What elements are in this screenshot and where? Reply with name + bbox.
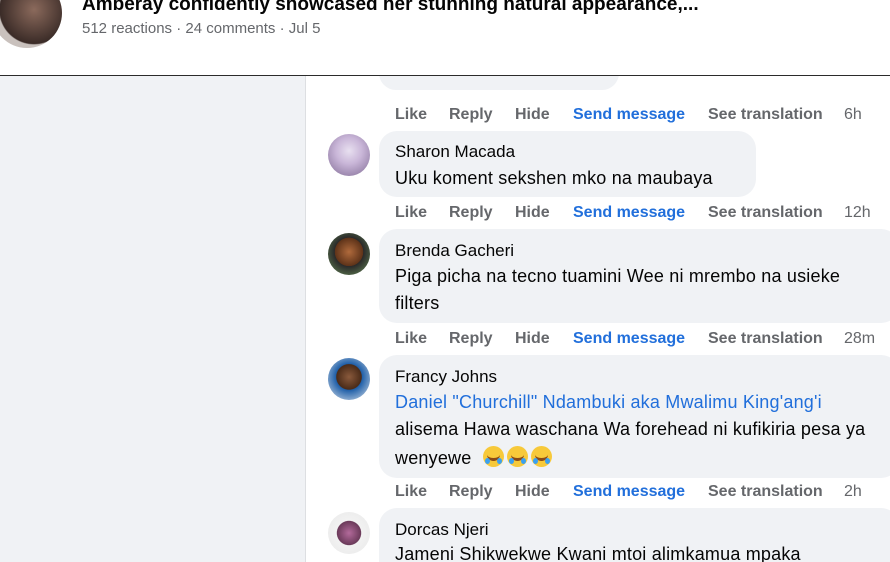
post-header: Amberay confidently showcased her stunni… <box>0 0 890 76</box>
comment-text-last: wenyewe <box>395 446 555 469</box>
like-button[interactable]: Like <box>395 204 427 222</box>
see-translation-button[interactable]: See translation <box>708 106 823 124</box>
commenter-avatar[interactable] <box>328 512 370 554</box>
hide-button[interactable]: Hide <box>515 483 550 501</box>
reply-button[interactable]: Reply <box>449 204 493 222</box>
comment-author[interactable]: Francy Johns <box>395 367 497 387</box>
comment-time[interactable]: 6h <box>844 106 862 124</box>
comment-text: Jameni Shikwekwe Kwani mtoi alimkamua mp… <box>395 544 801 562</box>
comment-text: alisema Hawa waschana Wa forehead ni kuf… <box>395 419 866 439</box>
post-author-avatar[interactable] <box>0 0 62 48</box>
post-meta: 512 reactions · 24 comments · Jul 5 <box>82 20 321 37</box>
comments-list: Like Reply Hide Send message See transla… <box>306 76 890 562</box>
post-title[interactable]: Amberay confidently showcased her stunni… <box>82 0 699 16</box>
comment-bubble <box>379 76 619 90</box>
comment-author[interactable]: Sharon Macada <box>395 142 515 162</box>
comment-text: Uku koment sekshen mko na maubaya <box>395 168 713 188</box>
like-button[interactable]: Like <box>395 106 427 124</box>
comment-text: filters <box>395 293 440 313</box>
commenter-avatar[interactable] <box>328 358 370 400</box>
send-message-button[interactable]: Send message <box>573 106 685 124</box>
send-message-button[interactable]: Send message <box>573 483 685 501</box>
see-translation-button[interactable]: See translation <box>708 483 823 501</box>
commenter-avatar[interactable] <box>328 134 370 176</box>
comment-author[interactable]: Dorcas Njeri <box>395 520 489 540</box>
hide-button[interactable]: Hide <box>515 106 550 124</box>
reply-button[interactable]: Reply <box>449 330 493 348</box>
hide-button[interactable]: Hide <box>515 330 550 348</box>
commenter-avatar[interactable] <box>328 233 370 275</box>
send-message-button[interactable]: Send message <box>573 204 685 222</box>
comment-mention-link[interactable]: Daniel "Churchill" Ndambuki aka Mwalimu … <box>395 392 822 413</box>
comment-author[interactable]: Brenda Gacheri <box>395 241 514 261</box>
see-translation-button[interactable]: See translation <box>708 204 823 222</box>
hide-button[interactable]: Hide <box>515 204 550 222</box>
post-media-pane <box>0 76 306 562</box>
send-message-button[interactable]: Send message <box>573 330 685 348</box>
like-button[interactable]: Like <box>395 330 427 348</box>
face-with-tears-of-joy-icon <box>482 446 555 468</box>
comment-time[interactable]: 2h <box>844 483 862 501</box>
comment-text: wenyewe <box>395 448 472 468</box>
comment-time[interactable]: 28m <box>844 330 875 348</box>
reply-button[interactable]: Reply <box>449 106 493 124</box>
see-translation-button[interactable]: See translation <box>708 330 823 348</box>
reply-button[interactable]: Reply <box>449 483 493 501</box>
comment-text: Piga picha na tecno tuamini Wee ni mremb… <box>395 266 841 286</box>
like-button[interactable]: Like <box>395 483 427 501</box>
comment-time[interactable]: 12h <box>844 204 871 222</box>
